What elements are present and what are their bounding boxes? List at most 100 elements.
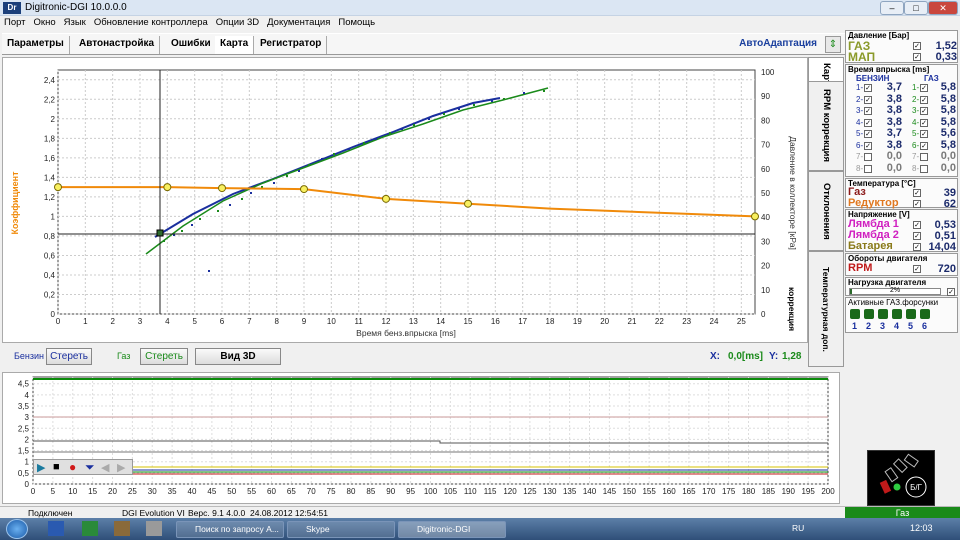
menu-update[interactable]: Обновление контроллера: [90, 16, 212, 29]
record-button[interactable]: ●: [69, 460, 76, 474]
taskbar-pin-app3[interactable]: [114, 521, 130, 536]
stop-button[interactable]: ■: [53, 461, 60, 473]
recorder-y-tick: 4,5: [18, 380, 30, 389]
coefficient-point[interactable]: [751, 212, 759, 221]
gauge-led: [893, 483, 901, 491]
injector-petrol-checkbox[interactable]: ✓: [864, 141, 872, 150]
maximize-button[interactable]: □: [904, 1, 928, 15]
taskbar-pin-app1[interactable]: [48, 521, 64, 536]
vtab-rpm-correction[interactable]: RPM коррекция: [808, 81, 844, 171]
gauge-label: Б/Г: [910, 483, 922, 492]
menu-window[interactable]: Окно: [30, 16, 60, 29]
lambda1-checkbox[interactable]: ✓: [913, 221, 921, 229]
step-back-button[interactable]: ◀: [101, 461, 109, 474]
recorder-x-tick: 15: [88, 487, 97, 496]
menu-docs[interactable]: Документация: [263, 16, 334, 29]
tab-recorder[interactable]: Регистратор: [255, 36, 328, 54]
injector-petrol-checkbox[interactable]: ✓: [864, 130, 872, 138]
rpm-checkbox[interactable]: ✓: [913, 265, 921, 273]
injector-gas-checkbox[interactable]: ✓: [920, 141, 928, 150]
injector-gas-value: 5,8: [940, 138, 956, 151]
task-digitronic[interactable]: Digitronic-DGI: [398, 521, 506, 538]
recorder-chart[interactable]: 0 5 10 15 20 25 30 35 40 45 50 55 60 65 70 75 80 85 90 95 10…: [2, 372, 840, 504]
x-tick-label: 0: [56, 317, 61, 326]
language-indicator[interactable]: RU: [792, 523, 804, 533]
sample-dot: [208, 270, 210, 272]
injector-gas-checkbox[interactable]: ✓: [920, 84, 928, 92]
injector-petrol-checkbox[interactable]: ✓: [864, 107, 872, 115]
vtab-temp-correction[interactable]: Температурная доп. коррекция: [787, 251, 844, 367]
adaptation-toggle-button[interactable]: ⇕: [825, 36, 841, 53]
injector-gas-checkbox[interactable]: ✓: [920, 107, 928, 115]
tab-parameters[interactable]: Параметры: [2, 36, 70, 54]
tab-errors[interactable]: Ошибки: [166, 36, 217, 54]
gas-legend-label: Газ: [117, 351, 131, 361]
injector-gas-checkbox[interactable]: ✓: [920, 118, 928, 127]
gas-clear-button[interactable]: Стереть: [140, 348, 188, 365]
cursor-point[interactable]: [156, 229, 164, 237]
taskbar-pin-app4[interactable]: [146, 521, 162, 536]
gauge-seg-4: [903, 453, 919, 468]
petrol-clear-button[interactable]: Стереть: [46, 348, 92, 365]
temp-gas-checkbox[interactable]: ✓: [913, 189, 921, 197]
coefficient-point[interactable]: [464, 199, 472, 208]
y-left-tick-label: 2: [51, 115, 56, 124]
injector-petrol-checkbox[interactable]: ✓: [864, 84, 872, 92]
menu-3d-options[interactable]: Опции 3D: [212, 16, 263, 29]
x-axis-label: Время бенз.впрыска [ms]: [356, 328, 456, 338]
coefficient-point[interactable]: [54, 183, 62, 192]
lambda2-checkbox[interactable]: ✓: [913, 232, 921, 240]
injector-petrol-num: 2-: [856, 94, 864, 104]
tab-autotune[interactable]: Автонастройка: [74, 36, 161, 54]
injector-gas-checkbox[interactable]: ✓: [920, 130, 928, 138]
injector-icon: [878, 309, 888, 319]
clock[interactable]: 12:03: [910, 523, 933, 533]
injector-gas-num: 7-: [912, 152, 920, 161]
step-forward-button[interactable]: ▶: [117, 461, 125, 474]
recorder-x-tick: 55: [247, 487, 256, 496]
map-plot-panel[interactable]: 0 1 2 3 4 5 6 7 8 9 10 11 12 13 14 15 16 17 18 19 20 21 22 23 24…: [2, 57, 808, 343]
injector-number: 3: [880, 321, 886, 331]
x-tick-label: 9: [302, 317, 307, 326]
injector-gas-checkbox[interactable]: ✓: [920, 95, 928, 104]
taskbar-pin-app2[interactable]: [82, 521, 98, 536]
injectors-group: Активные ГАЗ.форсунки 123456: [845, 297, 958, 333]
pressure-map-checkbox[interactable]: ✓: [913, 53, 921, 61]
battery-checkbox[interactable]: ✓: [913, 243, 921, 251]
menu-language[interactable]: Язык: [60, 16, 90, 29]
start-button[interactable]: [6, 519, 28, 539]
coefficient-point[interactable]: [163, 183, 172, 192]
coefficient-point[interactable]: [218, 184, 226, 193]
injector-petrol-value: 3,7: [886, 127, 902, 139]
injector-petrol-checkbox[interactable]: ✓: [864, 118, 872, 127]
coefficient-point[interactable]: [300, 185, 308, 194]
sample-dot: [321, 158, 323, 160]
vtab-deviations[interactable]: Отклонения: [808, 171, 844, 251]
menu-port[interactable]: Порт: [0, 16, 30, 29]
temp-reducer-checkbox[interactable]: ✓: [913, 200, 921, 208]
recorder-y-tick: 0: [25, 480, 30, 489]
minimize-button[interactable]: –: [880, 1, 904, 15]
sample-dot: [163, 240, 165, 242]
pressure-gas-checkbox[interactable]: ✓: [913, 42, 921, 50]
coefficient-point[interactable]: [382, 194, 390, 203]
fuel-switch-gauge[interactable]: Б/Г: [867, 450, 935, 506]
close-button[interactable]: ✕: [928, 1, 958, 15]
tab-map[interactable]: Карта: [215, 36, 255, 54]
task-browser[interactable]: Поиск по запросу A...: [176, 521, 284, 538]
menu-help[interactable]: Помощь: [334, 16, 379, 29]
injector-petrol-num: 5-: [856, 129, 864, 138]
view-3d-button[interactable]: Вид 3D: [195, 348, 281, 365]
play-button[interactable]: ▶: [37, 461, 45, 474]
injector-petrol-checkbox[interactable]: [864, 153, 872, 161]
map-plot[interactable]: 0 1 2 3 4 5 6 7 8 9 10 11 12 13 14 15 16 17 18 19 20 21 22 23 24…: [3, 58, 809, 344]
load-checkbox[interactable]: ✓: [947, 288, 955, 296]
auto-adaptation-label[interactable]: АвтоАдаптация: [739, 36, 817, 52]
injector-petrol-value: 3,8: [886, 138, 902, 151]
marker-button[interactable]: ⏷: [85, 460, 95, 475]
injector-gas-checkbox[interactable]: [920, 153, 928, 161]
injector-petrol-checkbox[interactable]: [864, 164, 872, 173]
injector-petrol-checkbox[interactable]: ✓: [864, 95, 872, 104]
task-skype[interactable]: Skype: [287, 521, 395, 538]
injector-gas-checkbox[interactable]: [920, 164, 928, 173]
